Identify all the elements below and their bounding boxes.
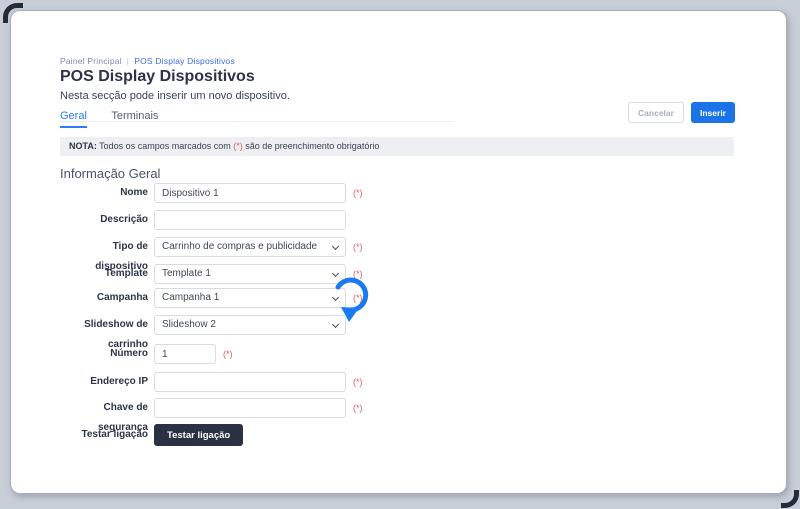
required-mark: (*)	[353, 372, 363, 392]
required-mark: (*)	[353, 398, 363, 418]
tab-bar-divider	[60, 121, 452, 122]
annotation-arrow-icon	[331, 270, 379, 330]
page-subtitle: Nesta secção pode inserir um novo dispos…	[60, 90, 290, 102]
breadcrumb: Painel Principal | POS Display Dispositivo…	[60, 56, 235, 66]
tipo-de-dispositivo-value: Carrinho de compras e publicidade	[162, 241, 317, 252]
section-title: Informação Geral	[60, 166, 160, 181]
field-label-template: Template	[60, 264, 148, 284]
form-row-template: Template Template 1 (*)	[60, 264, 740, 284]
tab-geral[interactable]: Geral	[60, 110, 87, 128]
breadcrumb-item-pos-display-dispositivos[interactable]: POS Display Dispositivos	[134, 56, 235, 66]
campanha-value: Campanha 1	[162, 292, 219, 303]
note-required-mark: (*)	[233, 141, 243, 151]
form-row-slideshow-de-carrinho: Slideshow de carrinho Slideshow 2	[60, 315, 740, 335]
note-text-suffix: são de preenchimento obrigatório	[243, 141, 380, 151]
content-card: Painel Principal | POS Display Dispositivo…	[10, 10, 787, 494]
template-value: Template 1	[162, 268, 211, 279]
slideshow-de-carrinho-select[interactable]: Slideshow 2	[154, 315, 346, 335]
field-label-endereco-ip: Endereço IP	[60, 372, 148, 392]
form-row-tipo-de-dispositivo: Tipo de dispositivo Carrinho de compras …	[60, 237, 740, 257]
field-label-descricao: Descrição	[60, 210, 148, 230]
cancel-button[interactable]: Cancelar	[628, 102, 684, 123]
field-label-campanha: Campanha	[60, 288, 148, 308]
required-mark: (*)	[353, 183, 363, 203]
breadcrumb-item-painel-principal[interactable]: Painel Principal	[60, 56, 122, 66]
slideshow-de-carrinho-value: Slideshow 2	[162, 319, 216, 330]
submit-button[interactable]: Inserir	[691, 102, 735, 123]
page-title: POS Display Dispositivos	[60, 68, 255, 86]
window-corner-bottom-right	[781, 490, 799, 508]
note-text: Todos os campos marcados com	[97, 141, 233, 151]
form-row-chave-de-seguranca: Chave de segurança (*)	[60, 398, 740, 418]
endereco-ip-input[interactable]	[154, 372, 346, 392]
form-row-endereco-ip: Endereço IP (*)	[60, 372, 740, 392]
breadcrumb-separator: |	[127, 56, 129, 66]
field-label-nome: Nome	[60, 183, 148, 203]
chevron-down-icon	[332, 243, 339, 250]
template-select[interactable]: Template 1	[154, 264, 346, 284]
required-mark: (*)	[353, 237, 363, 257]
form-row-campanha: Campanha Campanha 1 (*)	[60, 288, 740, 308]
tipo-de-dispositivo-select[interactable]: Carrinho de compras e publicidade	[154, 237, 346, 257]
required-mark: (*)	[223, 344, 233, 364]
tab-bar: Geral Terminais	[60, 106, 178, 122]
form-row-descricao: Descrição	[60, 210, 740, 230]
nome-input[interactable]	[154, 183, 346, 203]
tab-terminais[interactable]: Terminais	[111, 110, 158, 126]
campanha-select[interactable]: Campanha 1	[154, 288, 346, 308]
testar-ligacao-button[interactable]: Testar ligação	[154, 424, 243, 446]
chave-de-seguranca-input[interactable]	[154, 398, 346, 418]
field-label-testar-ligacao: Testar ligação	[60, 425, 148, 445]
form-row-numero: Número (*)	[60, 344, 740, 364]
form-row-testar-ligacao: Testar ligação Testar ligação	[60, 425, 740, 445]
form-row-nome: Nome (*)	[60, 183, 740, 203]
field-label-numero: Número	[60, 344, 148, 364]
numero-input[interactable]	[154, 344, 216, 364]
note-banner: NOTA: Todos os campos marcados com (*) s…	[60, 137, 734, 156]
descricao-input[interactable]	[154, 210, 346, 230]
note-prefix: NOTA:	[69, 141, 97, 151]
